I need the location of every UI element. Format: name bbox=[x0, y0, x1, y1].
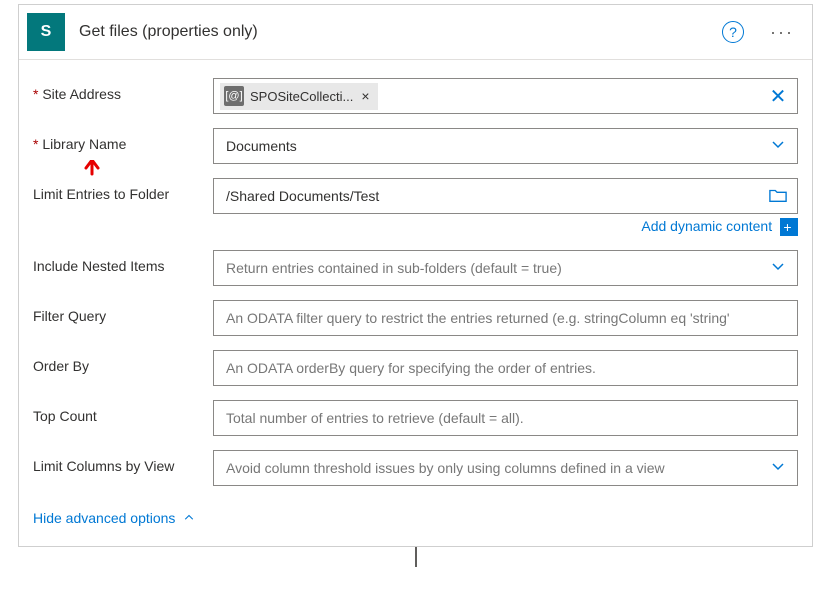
label-library-name: * Library Name bbox=[33, 128, 213, 152]
label-limit-folder: Limit Entries to Folder bbox=[33, 178, 213, 202]
label-filter-query: Filter Query bbox=[33, 300, 213, 324]
limit-folder-input[interactable] bbox=[213, 178, 798, 214]
top-count-input[interactable] bbox=[213, 400, 798, 436]
limit-columns-input[interactable] bbox=[220, 460, 763, 476]
top-count-text[interactable] bbox=[220, 410, 793, 426]
action-card: S Get files (properties only) ? ··· * Si… bbox=[18, 4, 813, 547]
library-name-value: Documents bbox=[220, 138, 763, 154]
limit-folder-text[interactable] bbox=[220, 188, 763, 204]
include-nested-dropdown[interactable] bbox=[213, 250, 798, 286]
limit-columns-dropdown[interactable] bbox=[213, 450, 798, 486]
field-site-address: * Site Address [@] SPOSiteCollecti... × … bbox=[33, 78, 798, 114]
label-limit-columns: Limit Columns by View bbox=[33, 450, 213, 474]
remove-token-icon[interactable]: × bbox=[361, 88, 369, 104]
site-address-input[interactable]: [@] SPOSiteCollecti... × ✕ bbox=[213, 78, 798, 114]
dynamic-content-token[interactable]: [@] SPOSiteCollecti... × bbox=[220, 83, 378, 110]
folder-picker-icon[interactable] bbox=[763, 187, 793, 206]
flow-connector bbox=[18, 547, 813, 567]
help-icon[interactable]: ? bbox=[722, 21, 744, 43]
label-top-count: Top Count bbox=[33, 400, 213, 424]
field-limit-columns: Limit Columns by View bbox=[33, 450, 798, 486]
field-filter-query: Filter Query bbox=[33, 300, 798, 336]
field-limit-folder: Limit Entries to Folder bbox=[33, 178, 798, 214]
field-top-count: Top Count bbox=[33, 400, 798, 436]
chevron-up-icon bbox=[183, 511, 195, 526]
order-by-text[interactable] bbox=[220, 360, 793, 376]
add-dynamic-content-row: Add dynamic content + bbox=[213, 218, 798, 236]
chevron-down-icon[interactable] bbox=[763, 258, 793, 279]
add-dynamic-plus-icon[interactable]: + bbox=[780, 218, 798, 236]
card-header: S Get files (properties only) ? ··· bbox=[19, 5, 812, 60]
token-text: SPOSiteCollecti... bbox=[250, 89, 353, 104]
sharepoint-logo-icon: S bbox=[27, 13, 65, 51]
label-order-by: Order By bbox=[33, 350, 213, 374]
chevron-down-icon[interactable] bbox=[763, 458, 793, 479]
clear-icon[interactable]: ✕ bbox=[763, 84, 793, 109]
field-include-nested: Include Nested Items bbox=[33, 250, 798, 286]
variable-icon: [@] bbox=[224, 86, 244, 106]
include-nested-input[interactable] bbox=[220, 260, 763, 276]
label-site-address: * Site Address bbox=[33, 78, 213, 102]
more-icon[interactable]: ··· bbox=[766, 22, 798, 43]
library-name-dropdown[interactable]: Documents bbox=[213, 128, 798, 164]
filter-query-text[interactable] bbox=[220, 310, 793, 326]
filter-query-input[interactable] bbox=[213, 300, 798, 336]
card-title: Get files (properties only) bbox=[79, 23, 722, 41]
order-by-input[interactable] bbox=[213, 350, 798, 386]
add-dynamic-content-link[interactable]: Add dynamic content bbox=[641, 218, 772, 234]
chevron-down-icon[interactable] bbox=[763, 136, 793, 157]
card-body: * Site Address [@] SPOSiteCollecti... × … bbox=[19, 60, 812, 546]
advanced-options-toggle[interactable]: Hide advanced options bbox=[33, 510, 195, 526]
label-include-nested: Include Nested Items bbox=[33, 250, 213, 274]
field-order-by: Order By bbox=[33, 350, 798, 386]
advanced-toggle-label: Hide advanced options bbox=[33, 510, 175, 526]
field-library-name: * Library Name Documents bbox=[33, 128, 798, 164]
